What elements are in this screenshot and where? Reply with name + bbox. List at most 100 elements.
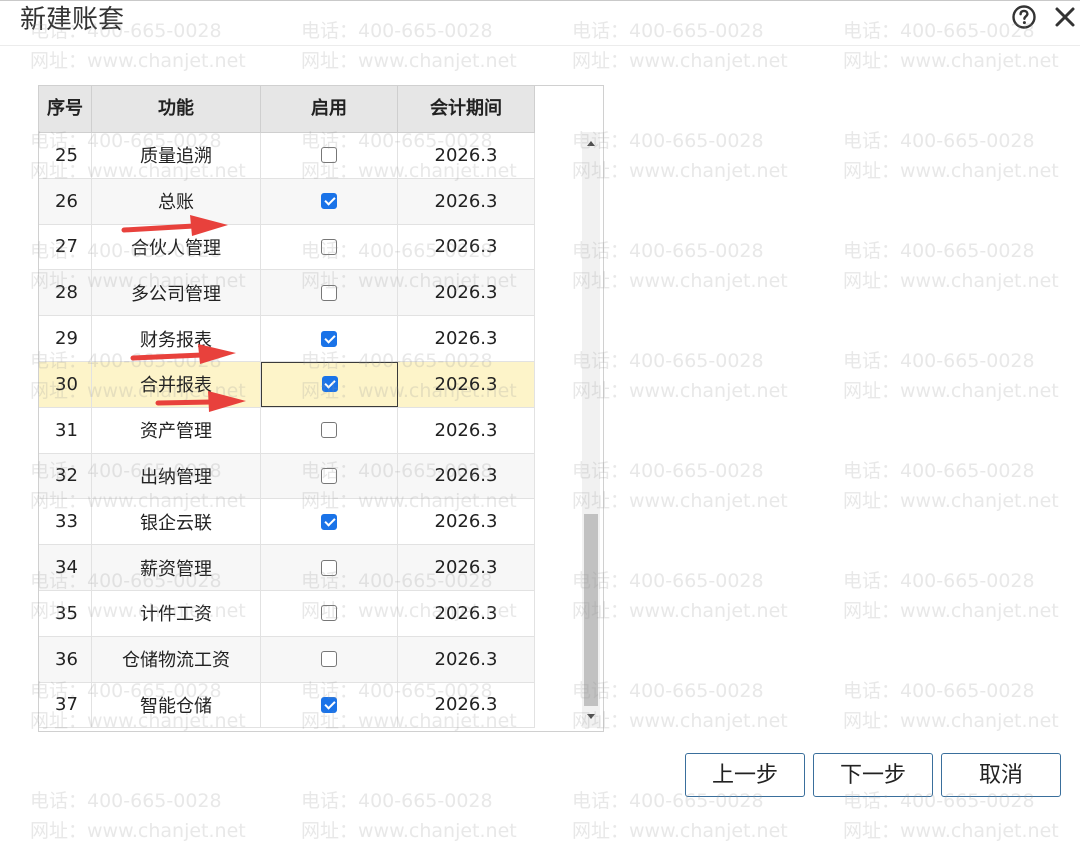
- enable-checkbox[interactable]: [321, 193, 337, 210]
- row-enabled-cell[interactable]: [261, 407, 398, 453]
- next-step-button[interactable]: 下一步: [813, 753, 933, 797]
- watermark-site: 网址：www.chanjet.net: [843, 820, 1059, 842]
- row-period[interactable]: 2026.3: [398, 682, 535, 728]
- row-enabled-cell[interactable]: [261, 316, 398, 361]
- watermark-site: 网址：www.chanjet.net: [572, 50, 788, 72]
- table-row[interactable]: 26 总账 2026.3: [39, 178, 535, 225]
- enable-checkbox[interactable]: [321, 513, 337, 530]
- row-seq: 37: [39, 682, 92, 728]
- row-enabled-cell[interactable]: [261, 590, 398, 636]
- scroll-up-arrow-icon[interactable]: [582, 136, 600, 150]
- row-period[interactable]: 2026.3: [398, 316, 535, 361]
- enable-checkbox[interactable]: [321, 422, 337, 439]
- row-enabled-cell[interactable]: [261, 499, 398, 545]
- row-enabled-cell[interactable]: [261, 361, 398, 407]
- row-period[interactable]: 2026.3: [398, 178, 535, 224]
- enable-checkbox[interactable]: [321, 330, 337, 347]
- column-header-enabled[interactable]: 启用: [261, 86, 398, 132]
- row-function: 出纳管理: [92, 453, 261, 499]
- row-function: 多公司管理: [92, 270, 261, 316]
- enable-checkbox[interactable]: [321, 651, 337, 668]
- row-period[interactable]: 2026.3: [398, 361, 535, 407]
- table-row[interactable]: 30 合并报表 2026.3: [39, 361, 535, 408]
- row-period[interactable]: 2026.3: [398, 499, 535, 545]
- row-period[interactable]: 2026.3: [398, 224, 535, 270]
- row-seq: 34: [39, 545, 92, 590]
- enable-checkbox[interactable]: [321, 605, 337, 622]
- enable-checkbox[interactable]: [321, 559, 337, 576]
- row-seq: 30: [39, 361, 92, 407]
- table-row[interactable]: 35 计件工资 2026.3: [39, 590, 535, 637]
- table-row[interactable]: 25 质量追溯 2026.3: [39, 133, 535, 179]
- row-period[interactable]: 2026.3: [398, 636, 535, 682]
- column-header-function[interactable]: 功能: [92, 86, 261, 132]
- watermark-site: 网址：www.chanjet.net: [843, 710, 1059, 732]
- watermark-site: 网址：www.chanjet.net: [843, 270, 1059, 292]
- table-row[interactable]: 28 多公司管理 2026.3: [39, 270, 535, 317]
- table-row[interactable]: 31 资产管理 2026.3: [39, 407, 535, 454]
- column-header-seq[interactable]: 序号: [39, 86, 92, 132]
- row-seq: 25: [39, 133, 92, 178]
- cancel-button[interactable]: 取消: [941, 753, 1061, 797]
- row-function: 计件工资: [92, 590, 261, 636]
- enable-checkbox[interactable]: [321, 376, 338, 393]
- table-row[interactable]: 36 仓储物流工资 2026.3: [39, 636, 535, 683]
- function-table: 序号 功能 启用 会计期间 25 质量追溯 2026.3 26 总账 2026.3 27 合伙…: [38, 85, 604, 732]
- enable-checkbox[interactable]: [321, 696, 337, 713]
- table-row[interactable]: 33 银企云联 2026.3: [39, 499, 535, 546]
- row-seq: 33: [39, 499, 92, 545]
- row-enabled-cell[interactable]: [261, 682, 398, 728]
- enable-checkbox[interactable]: [321, 467, 337, 484]
- row-function: 合伙人管理: [92, 224, 261, 270]
- help-circle-icon[interactable]: [1011, 4, 1037, 30]
- table-row[interactable]: 27 合伙人管理 2026.3: [39, 224, 535, 271]
- scroll-down-arrow-icon[interactable]: [582, 710, 600, 724]
- row-enabled-cell[interactable]: [261, 545, 398, 590]
- table-row[interactable]: 37 智能仓储 2026.3: [39, 682, 535, 729]
- watermark-site: 网址：www.chanjet.net: [843, 600, 1059, 622]
- watermark-site: 网址：www.chanjet.net: [572, 380, 788, 402]
- watermark-site: 网址：www.chanjet.net: [301, 50, 517, 72]
- row-period[interactable]: 2026.3: [398, 270, 535, 316]
- watermark-site: 网址：www.chanjet.net: [843, 160, 1059, 182]
- row-function: 薪资管理: [92, 545, 261, 590]
- row-seq: 26: [39, 178, 92, 224]
- row-function: 总账: [92, 178, 261, 224]
- row-period[interactable]: 2026.3: [398, 545, 535, 590]
- watermark-phone: 电话：400-665-0028: [843, 240, 1035, 262]
- watermark-site: 网址：www.chanjet.net: [572, 270, 788, 292]
- scrollbar-thumb[interactable]: [584, 514, 598, 706]
- row-function: 银企云联: [92, 499, 261, 545]
- row-enabled-cell[interactable]: [261, 453, 398, 499]
- table-row[interactable]: 32 出纳管理 2026.3: [39, 453, 535, 500]
- vertical-scrollbar[interactable]: [582, 132, 600, 728]
- enable-checkbox[interactable]: [321, 284, 337, 301]
- table-row[interactable]: 34 薪资管理 2026.3: [39, 545, 535, 591]
- watermark-phone: 电话：400-665-0028: [843, 570, 1035, 592]
- row-function: 资产管理: [92, 407, 261, 453]
- enable-checkbox[interactable]: [321, 147, 337, 164]
- row-period[interactable]: 2026.3: [398, 133, 535, 178]
- dialog-title-bar: 新建账套: [0, 1, 1080, 46]
- row-enabled-cell[interactable]: [261, 636, 398, 682]
- close-icon[interactable]: [1052, 4, 1078, 30]
- row-period[interactable]: 2026.3: [398, 590, 535, 636]
- row-seq: 32: [39, 453, 92, 499]
- column-header-period[interactable]: 会计期间: [398, 86, 535, 132]
- watermark-phone: 电话：400-665-0028: [843, 460, 1035, 482]
- row-period[interactable]: 2026.3: [398, 407, 535, 453]
- row-enabled-cell[interactable]: [261, 224, 398, 270]
- table-body: 25 质量追溯 2026.3 26 总账 2026.3 27 合伙人管理 2026.3 28 多公司…: [39, 133, 535, 729]
- row-enabled-cell[interactable]: [261, 178, 398, 224]
- row-seq: 29: [39, 316, 92, 361]
- row-period[interactable]: 2026.3: [398, 453, 535, 499]
- watermark-site: 网址：www.chanjet.net: [30, 50, 246, 72]
- table-row[interactable]: 29 财务报表 2026.3: [39, 316, 535, 362]
- row-enabled-cell[interactable]: [261, 133, 398, 178]
- dialog-title: 新建账套: [20, 5, 125, 35]
- row-seq: 27: [39, 224, 92, 270]
- row-enabled-cell[interactable]: [261, 270, 398, 316]
- previous-step-button[interactable]: 上一步: [685, 753, 805, 797]
- watermark-site: 网址：www.chanjet.net: [843, 380, 1059, 402]
- enable-checkbox[interactable]: [321, 238, 337, 255]
